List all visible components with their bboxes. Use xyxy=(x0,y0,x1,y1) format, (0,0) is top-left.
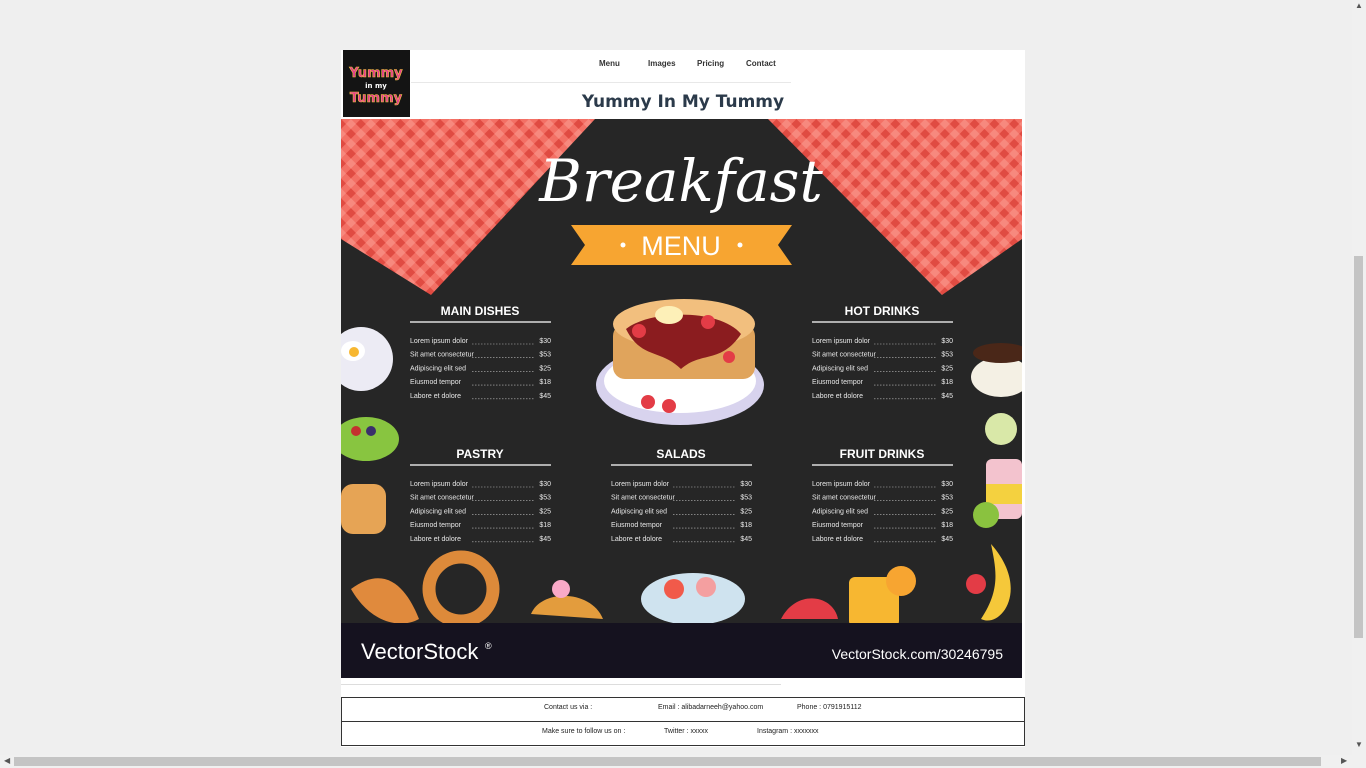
menu-item-price: $45 xyxy=(740,536,752,543)
menu-item-price: $18 xyxy=(740,522,752,529)
scroll-down-arrow-icon[interactable]: ▼ xyxy=(1355,741,1363,749)
menu-item-price: $18 xyxy=(941,379,953,386)
menu-item-name: Adipiscing elit sed xyxy=(410,365,466,372)
horizontal-scrollbar[interactable]: ◀ ▶ xyxy=(0,755,1366,768)
menu-item-price: $53 xyxy=(941,352,953,359)
menu-section-heading: SALADS xyxy=(656,447,705,461)
horizontal-scroll-thumb[interactable] xyxy=(14,757,1321,766)
top-nav: Menu Images Pricing Contact xyxy=(411,50,791,83)
contact-label: Contact us via : xyxy=(544,704,593,711)
page-container: Yummy in my Tummy Menu Images Pricing Co… xyxy=(341,50,1025,747)
logo-line-1: Yummy xyxy=(348,66,403,81)
menu-item-name: Eiusmod tempor xyxy=(410,379,462,386)
menu-item-price: $18 xyxy=(941,522,953,529)
scroll-left-arrow-icon[interactable]: ◀ xyxy=(4,757,10,765)
nav-link-menu[interactable]: Menu xyxy=(599,59,620,68)
menu-item-name: Eiusmod tempor xyxy=(611,522,663,529)
scroll-up-arrow-icon[interactable]: ▲ xyxy=(1355,2,1363,10)
instagram-link[interactable]: Instagram : xxxxxxx xyxy=(757,728,818,735)
menu-item-price: $53 xyxy=(539,495,551,502)
menu-item-name: Sit amet consectetur xyxy=(410,352,474,359)
menu-item-price: $30 xyxy=(539,338,551,345)
follow-label: Make sure to follow us on : xyxy=(542,728,626,735)
nav-link-pricing[interactable]: Pricing xyxy=(697,59,724,68)
menu-item-name: Lorem ipsum dolor xyxy=(410,481,469,488)
menu-item-name: Labore et dolore xyxy=(611,536,662,543)
scroll-right-arrow-icon[interactable]: ▶ xyxy=(1341,757,1347,765)
menu-item-name: Labore et dolore xyxy=(812,393,863,400)
menu-item-price: $25 xyxy=(941,508,953,515)
menu-section-heading: MAIN DISHES xyxy=(441,304,520,318)
menu-item-name: Eiusmod tempor xyxy=(812,379,864,386)
menu-item-name: Lorem ipsum dolor xyxy=(611,481,670,488)
menu-item-price: $25 xyxy=(539,365,551,372)
menu-item-price: $30 xyxy=(740,481,752,488)
menu-item-name: Eiusmod tempor xyxy=(812,522,864,529)
menu-item-name: Labore et dolore xyxy=(812,536,863,543)
menu-item-price: $53 xyxy=(740,495,752,502)
menu-item-name: Lorem ipsum dolor xyxy=(410,338,469,345)
vertical-scrollbar[interactable]: ▲ ▼ xyxy=(1352,0,1366,755)
menu-item-price: $45 xyxy=(941,393,953,400)
footer-row-contact: Contact us via : Email : alibadarneeh@ya… xyxy=(342,698,1024,722)
nav-link-images[interactable]: Images xyxy=(648,59,676,68)
menu-item-name: Labore et dolore xyxy=(410,393,461,400)
menu-item-price: $45 xyxy=(539,536,551,543)
menu-item-price: $45 xyxy=(539,393,551,400)
poster-title: Breakfast xyxy=(538,147,823,215)
menu-item-price: $18 xyxy=(539,522,551,529)
menu-item-name: Sit amet consectetur xyxy=(812,352,876,359)
menu-item-name: Labore et dolore xyxy=(410,536,461,543)
menu-item-price: $25 xyxy=(539,508,551,515)
menu-item-name: Eiusmod tempor xyxy=(410,522,462,529)
menu-item-price: $45 xyxy=(941,536,953,543)
vertical-scroll-thumb[interactable] xyxy=(1354,256,1363,638)
divider xyxy=(341,684,781,685)
ribbon-label: MENU xyxy=(641,231,721,261)
menu-item-name: Adipiscing elit sed xyxy=(611,508,667,515)
menu-item-name: Adipiscing elit sed xyxy=(410,508,466,515)
nav-link-contact[interactable]: Contact xyxy=(746,59,776,68)
menu-item-name: Sit amet consectetur xyxy=(611,495,675,502)
menu-item-name: Adipiscing elit sed xyxy=(812,365,868,372)
logo-line-2: in my xyxy=(365,82,387,90)
menu-section-heading: PASTRY xyxy=(456,447,503,461)
menu-item-price: $30 xyxy=(941,481,953,488)
menu-item-name: Sit amet consectetur xyxy=(410,495,474,502)
footer-row-social: Make sure to follow us on : Twitter : xx… xyxy=(342,722,1024,745)
menu-item-name: Lorem ipsum dolor xyxy=(812,481,871,488)
breakfast-menu-image: Breakfast MENU VectorStock ® VectorStock… xyxy=(341,119,1022,678)
menu-item-name: Lorem ipsum dolor xyxy=(812,338,871,345)
menu-item-price: $25 xyxy=(740,508,752,515)
pancake-illustration xyxy=(596,299,764,425)
vectorstock-brand: VectorStock xyxy=(361,639,479,664)
page-title: Yummy In My Tummy xyxy=(581,92,785,112)
menu-item-price: $53 xyxy=(539,352,551,359)
menu-item-name: Adipiscing elit sed xyxy=(812,508,868,515)
twitter-link[interactable]: Twitter : xxxxx xyxy=(664,728,708,735)
menu-item-price: $30 xyxy=(539,481,551,488)
menu-item-price: $25 xyxy=(941,365,953,372)
email-link[interactable]: Email : alibadarneeh@yahoo.com xyxy=(658,704,763,711)
menu-item-price: $18 xyxy=(539,379,551,386)
menu-item-price: $30 xyxy=(941,338,953,345)
menu-item-name: Sit amet consectetur xyxy=(812,495,876,502)
vectorstock-url: VectorStock.com/30246795 xyxy=(832,646,1003,662)
menu-section-heading: FRUIT DRINKS xyxy=(840,447,925,461)
menu-section-heading: HOT DRINKS xyxy=(845,304,920,318)
vectorstock-brand-mark: ® xyxy=(485,641,492,651)
phone-text: Phone : 0791915112 xyxy=(797,704,862,711)
footer-contact-table: Contact us via : Email : alibadarneeh@ya… xyxy=(341,697,1025,746)
menu-item-price: $53 xyxy=(941,495,953,502)
